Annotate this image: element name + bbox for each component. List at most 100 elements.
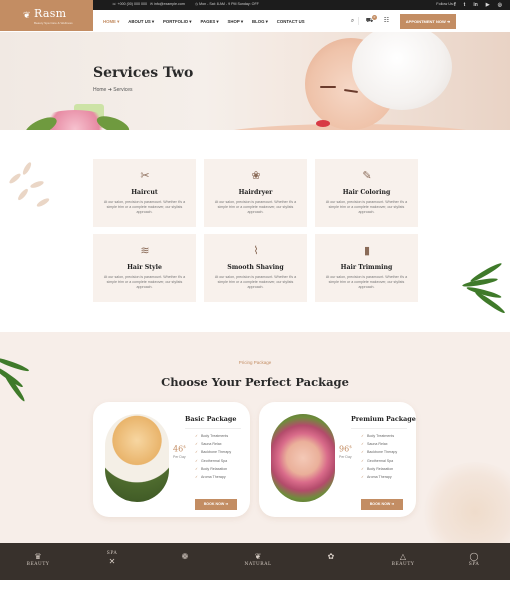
service-title: Smooth Shaving: [227, 264, 284, 271]
leaf-icon: ❦: [254, 552, 262, 561]
appointment-button[interactable]: APPOINTMENT NOW ➜: [400, 14, 456, 29]
site-logo[interactable]: ❦ Rasm Beauty Spa Care & Wellness: [0, 0, 93, 31]
brand-logo: ❦ NATURAL: [239, 551, 277, 573]
brand-logo: ❁: [166, 551, 204, 573]
service-card[interactable]: ❀ Hairdryer At our salon, precision is p…: [204, 159, 307, 227]
feature-item: ✓ Body Treatments: [361, 434, 397, 442]
check-icon: ✓: [195, 458, 199, 463]
feature-label: Geothermal Spa: [201, 458, 228, 463]
breadcrumb[interactable]: Home ➜ Services: [93, 87, 132, 93]
price-period: Per Day: [339, 455, 352, 459]
price-value: 96: [339, 444, 350, 454]
package-price: 46$: [173, 444, 186, 454]
nav-item-home[interactable]: HOME ▾: [103, 19, 119, 25]
social-links: f t in ▶ ◎: [454, 1, 502, 9]
feature-label: Body Treatments: [201, 434, 229, 438]
feature-label: Body Relaxation: [201, 466, 228, 471]
facebook-icon[interactable]: f: [454, 1, 456, 9]
hero-image-detail: [320, 86, 336, 88]
nav-item-blog[interactable]: BLOG ▾: [252, 19, 268, 25]
feature-item: ✓ Geothermal Spa: [361, 459, 397, 467]
service-title: Hair Trimming: [340, 264, 393, 271]
service-card[interactable]: ⌇ Smooth Shaving At our salon, precision…: [204, 234, 307, 302]
circle-icon: ◯: [469, 552, 479, 561]
book-now-button[interactable]: BOOK NOW ➜: [195, 499, 237, 510]
next-section: [0, 580, 510, 611]
logo-tagline: Beauty Spa Care & Wellness: [34, 21, 73, 25]
nav-item-pages[interactable]: PAGES ▾: [200, 19, 218, 25]
search-icon[interactable]: ⌕: [348, 17, 357, 26]
nav-item-shop[interactable]: SHOP ▾: [228, 19, 243, 25]
nav-item-portfolio[interactable]: PORTFOLIO ▾: [163, 19, 191, 25]
lotus-logo-icon: ❦: [23, 10, 31, 20]
nav-item-about[interactable]: ABOUT US ▾: [128, 19, 154, 25]
feature-label: Body Relaxation: [367, 466, 394, 471]
triangle-icon: △: [399, 552, 407, 561]
nav-menu: HOME ▾ ABOUT US ▾ PORTFOLIO ▾ PAGES ▾ SH…: [103, 19, 305, 25]
scissors-icon: ✂: [140, 170, 150, 182]
feature-label: Sauna Relax: [367, 442, 388, 447]
grid-menu-icon[interactable]: ☷: [382, 17, 391, 26]
service-title: Hair Style: [127, 264, 162, 271]
package-photo: [105, 414, 169, 502]
hair-coloring-icon: ✎: [362, 170, 372, 182]
check-icon: ✓: [195, 442, 199, 447]
service-card[interactable]: ✂ Haircut At our salon, precision is par…: [93, 159, 196, 227]
email-info[interactable]: ✉ info@example.com: [150, 2, 185, 6]
hours-info: ◷ Mon - Sat: 8 AM - 9 PM Sunday: OFF: [195, 2, 259, 6]
cart-count-badge: 0: [372, 15, 377, 20]
nav-item-contact[interactable]: CONTACT US: [277, 19, 305, 25]
flower-icon: ✿: [327, 552, 335, 561]
service-description: At our salon, precision is paramount. Wh…: [103, 200, 186, 215]
instagram-icon[interactable]: ◎: [498, 1, 502, 9]
phone-info[interactable]: ☏ +000 (00) 000 000: [112, 2, 147, 6]
pricing-section: Pricing Package Choose Your Perfect Pack…: [0, 332, 510, 543]
hero-image-detail: [316, 120, 330, 127]
price-value: 46: [173, 444, 184, 454]
feature-label: Sauna Relax: [201, 442, 222, 447]
linkedin-icon[interactable]: in: [473, 1, 477, 9]
book-now-button[interactable]: BOOK NOW ➜: [361, 499, 403, 510]
section-subtitle: Pricing Package: [238, 360, 272, 365]
service-description: At our salon, precision is paramount. Wh…: [325, 275, 408, 290]
crown-icon: ♛: [34, 552, 42, 561]
decorative-leaf: [8, 172, 22, 185]
service-description: At our salon, precision is paramount. Wh…: [325, 200, 408, 215]
phone-text: +000 (00) 000 000: [117, 2, 147, 6]
twitter-icon[interactable]: t: [464, 1, 466, 9]
brand-text: BEAUTY: [391, 562, 415, 567]
decorative-leaf: [21, 161, 33, 176]
follow-label: Follow Us:: [436, 2, 454, 6]
check-icon: ✓: [195, 450, 199, 455]
feature-item: ✓ Backbone Therapy: [361, 450, 397, 458]
service-card[interactable]: ✎ Hair Coloring At our salon, precision …: [315, 159, 418, 227]
service-card[interactable]: ▮ Hair Trimming At our salon, precision …: [315, 234, 418, 302]
service-title: Hairdryer: [238, 189, 273, 196]
decorative-leaf: [29, 179, 45, 190]
check-icon: ✓: [361, 450, 365, 455]
brand-logo: △ BEAUTY: [384, 551, 422, 573]
service-description: At our salon, precision is paramount. Wh…: [214, 200, 297, 215]
feature-item: ✓ Sauna Relax: [361, 442, 397, 450]
divider: [185, 428, 241, 429]
pricing-card-basic: Basic Package 46$ Per Day ✓ Body Treatmen…: [93, 402, 250, 517]
page-title: Services Two: [93, 65, 194, 81]
youtube-icon[interactable]: ▶: [486, 1, 490, 9]
brand-logo: ♛ BEAUTY: [19, 551, 57, 573]
service-card[interactable]: ≋ Hair Style At our salon, precision is …: [93, 234, 196, 302]
trimmer-icon: ▮: [363, 245, 371, 257]
brand-text: BEAUTY: [26, 562, 50, 567]
divider: [358, 17, 359, 25]
feature-item: ✓ Geothermal Spa: [195, 459, 231, 467]
hairdryer-icon: ❀: [251, 170, 261, 182]
price-period: Per Day: [173, 455, 186, 459]
currency-symbol: $: [183, 444, 186, 449]
currency-symbol: $: [349, 444, 352, 449]
service-description: At our salon, precision is paramount. Wh…: [214, 275, 297, 290]
check-icon: ✓: [195, 434, 199, 438]
hours-text: Mon - Sat: 8 AM - 9 PM Sunday: OFF: [199, 2, 259, 6]
feature-item: ✓ Sauna Relax: [195, 442, 231, 450]
check-icon: ✓: [361, 466, 365, 471]
page-hero: Services Two Home ➜ Services: [0, 32, 510, 130]
check-icon: ✓: [361, 434, 365, 438]
